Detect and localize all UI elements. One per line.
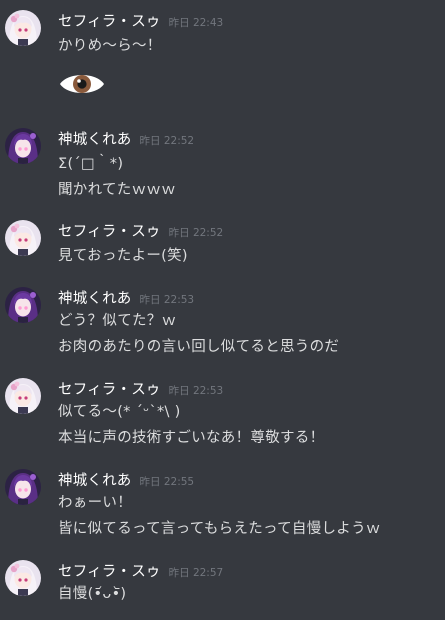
timestamp: 昨日 22:52 — [139, 135, 195, 147]
kurea-avatar-icon[interactable] — [5, 128, 41, 164]
timestamp: 昨日 22:53 — [168, 385, 224, 397]
message-text: 皆に似てるって言ってもらえたって自慢しようｗ — [58, 521, 381, 537]
message-header: セフィラ・スゥ 昨日 22:53 — [58, 378, 223, 398]
sephira-avatar-icon[interactable] — [5, 220, 41, 256]
message-text: 似てる～(* ˊᵕˋ*\ ) — [58, 404, 181, 420]
message-group: セフィラ・スゥ 昨日 22:43 かりめ～ら～！ — [0, 10, 445, 110]
message-text: Σ(´□｀*) — [58, 156, 124, 172]
sephira-avatar-icon[interactable] — [5, 560, 41, 596]
message-group: セフィラ・スゥ 昨日 22:57 自慢(•᷄ᴗ•᷅) — [0, 560, 445, 604]
message-group: セフィラ・スゥ 昨日 22:53 似てる～(* ˊᵕˋ*\ ) 本当に声の技術すご… — [0, 378, 445, 448]
message-text: 聞かれてたｗｗｗ — [58, 182, 176, 198]
author-name[interactable]: セフィラ・スゥ — [58, 382, 161, 398]
author-name[interactable]: セフィラ・スゥ — [58, 14, 161, 30]
timestamp: 昨日 22:43 — [168, 17, 224, 29]
author-name[interactable]: セフィラ・スゥ — [58, 224, 161, 240]
timestamp: 昨日 22:53 — [139, 294, 195, 306]
message-header: セフィラ・スゥ 昨日 22:43 — [58, 10, 223, 30]
message-header: 神城くれあ 昨日 22:53 — [58, 287, 194, 307]
message-header: 神城くれあ 昨日 22:55 — [58, 469, 194, 489]
kurea-avatar-icon[interactable] — [5, 287, 41, 323]
message-text: かりめ～ら～！ — [58, 38, 162, 54]
author-name[interactable]: 神城くれあ — [58, 291, 132, 307]
sephira-avatar-icon[interactable] — [5, 10, 41, 46]
kurea-avatar-icon[interactable] — [5, 469, 41, 505]
message-header: セフィラ・スゥ 昨日 22:57 — [58, 560, 223, 580]
eye-emoji-icon — [60, 75, 104, 93]
message-group: 神城くれあ 昨日 22:53 どう？似てた？ｗ お肉のあたりの言い回し似てると思う… — [0, 287, 445, 357]
sephira-avatar-icon[interactable] — [5, 378, 41, 414]
message-group: セフィラ・スゥ 昨日 22:52 見ておったよー(笑) — [0, 220, 445, 264]
message-text: 本当に声の技術すごいなあ！尊敬する！ — [58, 430, 325, 446]
message-text: わぁーい！ — [58, 495, 132, 511]
message-header: 神城くれあ 昨日 22:52 — [58, 128, 194, 148]
message-text: 見ておったよー(笑) — [58, 248, 188, 264]
author-name[interactable]: 神城くれあ — [58, 473, 132, 489]
timestamp: 昨日 22:55 — [139, 476, 195, 488]
author-name[interactable]: セフィラ・スゥ — [58, 564, 161, 580]
message-group: 神城くれあ 昨日 22:52 Σ(´□｀*) 聞かれてたｗｗｗ — [0, 128, 445, 198]
chat-log: セフィラ・スゥ 昨日 22:43 かりめ～ら～！ 神城くれあ 昨日 22:52 … — [0, 0, 445, 620]
message-text: お肉のあたりの言い回し似てると思うのだ — [58, 339, 340, 355]
message-text: どう？似てた？ｗ — [58, 313, 177, 329]
message-group: 神城くれあ 昨日 22:55 わぁーい！ 皆に似てるって言ってもらえたって自慢しよ… — [0, 469, 445, 539]
timestamp: 昨日 22:52 — [168, 227, 224, 239]
timestamp: 昨日 22:57 — [168, 567, 224, 579]
message-text: 自慢(•᷄ᴗ•᷅) — [58, 586, 127, 602]
message-header: セフィラ・スゥ 昨日 22:52 — [58, 220, 223, 240]
author-name[interactable]: 神城くれあ — [58, 132, 132, 148]
